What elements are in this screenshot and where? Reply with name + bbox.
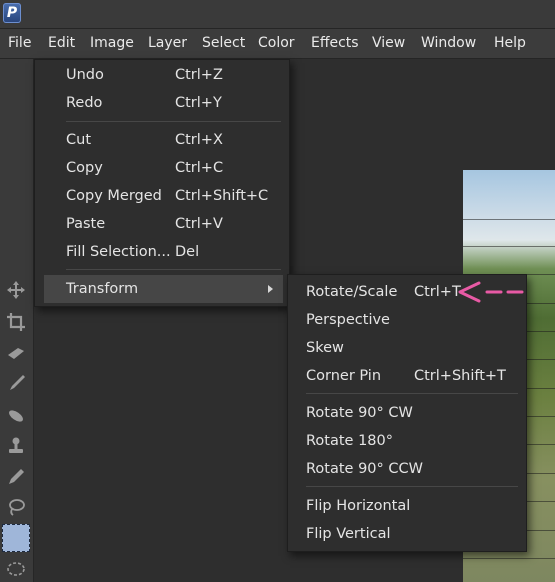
menu-item-label: Rotate 180° xyxy=(306,433,394,449)
crop-icon[interactable] xyxy=(5,311,27,333)
menu-item-shortcut: Ctrl+T xyxy=(414,284,461,300)
menu-item-perspective[interactable]: Perspective xyxy=(288,306,526,334)
menu-item-shortcut: Ctrl+Y xyxy=(175,95,222,111)
menu-item-label: Rotate 90° CCW xyxy=(306,461,423,477)
menu-image[interactable]: Image xyxy=(90,35,134,51)
menu-item-redo[interactable]: Redo Ctrl+Y xyxy=(35,89,289,117)
menu-item-label: Rotate 90° CW xyxy=(306,405,413,421)
menu-item-rotate-90-ccw[interactable]: Rotate 90° CCW xyxy=(288,455,526,483)
menu-item-shortcut: Ctrl+Shift+T xyxy=(414,368,506,384)
menu-item-shortcut: Del xyxy=(175,244,200,260)
menu-item-undo[interactable]: Undo Ctrl+Z xyxy=(35,61,289,89)
clone-stamp-icon[interactable] xyxy=(5,435,27,457)
menu-edit[interactable]: Edit xyxy=(48,35,75,51)
menu-select[interactable]: Select xyxy=(202,35,245,51)
menu-item-fill-selection[interactable]: Fill Selection... Del xyxy=(35,238,289,266)
menu-item-label: Paste xyxy=(66,216,106,232)
tools-panel xyxy=(0,59,34,582)
menu-item-label: Transform xyxy=(66,281,139,297)
ellipse-select-icon[interactable] xyxy=(5,558,27,580)
grid-line xyxy=(463,219,555,220)
grid-line xyxy=(463,246,555,247)
move-icon[interactable] xyxy=(5,279,27,301)
menu-separator xyxy=(306,486,518,487)
rect-select-icon[interactable] xyxy=(2,524,30,552)
menu-item-corner-pin[interactable]: Corner Pin Ctrl+Shift+T xyxy=(288,362,526,390)
menu-item-label: Undo xyxy=(66,67,104,83)
menu-item-shortcut: Ctrl+V xyxy=(175,216,223,232)
menu-item-rotate-90-cw[interactable]: Rotate 90° CW xyxy=(288,399,526,427)
menu-color[interactable]: Color xyxy=(258,35,295,51)
eraser-icon[interactable] xyxy=(5,342,27,364)
annotation-arrow-icon xyxy=(458,281,524,303)
menu-item-label: Perspective xyxy=(306,312,390,328)
grid-line xyxy=(463,558,555,559)
menu-item-label: Flip Vertical xyxy=(306,526,391,542)
menu-item-label: Copy Merged xyxy=(66,188,162,204)
pen-icon[interactable] xyxy=(5,466,27,488)
submenu-arrow-icon xyxy=(268,285,273,293)
menu-item-flip-horizontal[interactable]: Flip Horizontal xyxy=(288,492,526,520)
lasso-icon[interactable] xyxy=(5,496,27,518)
menu-item-paste[interactable]: Paste Ctrl+V xyxy=(35,210,289,238)
menu-layer[interactable]: Layer xyxy=(148,35,187,51)
smudge-icon[interactable] xyxy=(5,404,27,426)
menu-item-label: Flip Horizontal xyxy=(306,498,411,514)
menu-item-flip-vertical[interactable]: Flip Vertical xyxy=(288,520,526,548)
menu-item-copy-merged[interactable]: Copy Merged Ctrl+Shift+C xyxy=(35,182,289,210)
menu-window[interactable]: Window xyxy=(421,35,476,51)
menu-help[interactable]: Help xyxy=(494,35,526,51)
menu-file[interactable]: File xyxy=(8,35,31,51)
brush-icon[interactable] xyxy=(5,372,27,394)
edit-menu: Undo Ctrl+Z Redo Ctrl+Y Cut Ctrl+X Copy … xyxy=(34,59,290,307)
menu-item-cut[interactable]: Cut Ctrl+X xyxy=(35,126,289,154)
app-logo: P xyxy=(3,3,21,23)
transform-submenu: Rotate/Scale Ctrl+T Perspective Skew Cor… xyxy=(287,274,527,552)
menu-item-label: Fill Selection... xyxy=(66,244,171,260)
menu-separator xyxy=(306,393,518,394)
menu-item-skew[interactable]: Skew xyxy=(288,334,526,362)
title-bar: P xyxy=(0,0,555,29)
menu-view[interactable]: View xyxy=(372,35,405,51)
menu-item-label: Skew xyxy=(306,340,344,356)
menu-bar: File Edit Image Layer Select Color Effec… xyxy=(0,29,555,59)
menu-item-shortcut: Ctrl+Shift+C xyxy=(175,188,269,204)
menu-separator xyxy=(66,269,281,270)
menu-separator xyxy=(66,121,281,122)
menu-item-shortcut: Ctrl+Z xyxy=(175,67,223,83)
menu-effects[interactable]: Effects xyxy=(311,35,359,51)
menu-item-label: Corner Pin xyxy=(306,368,382,384)
menu-item-copy[interactable]: Copy Ctrl+C xyxy=(35,154,289,182)
menu-item-label: Cut xyxy=(66,132,91,148)
menu-item-transform[interactable]: Transform xyxy=(44,275,283,303)
menu-item-shortcut: Ctrl+X xyxy=(175,132,223,148)
menu-item-shortcut: Ctrl+C xyxy=(175,160,224,176)
menu-item-label: Redo xyxy=(66,95,103,111)
menu-item-rotate-180[interactable]: Rotate 180° xyxy=(288,427,526,455)
menu-item-label: Rotate/Scale xyxy=(306,284,398,300)
menu-item-label: Copy xyxy=(66,160,103,176)
